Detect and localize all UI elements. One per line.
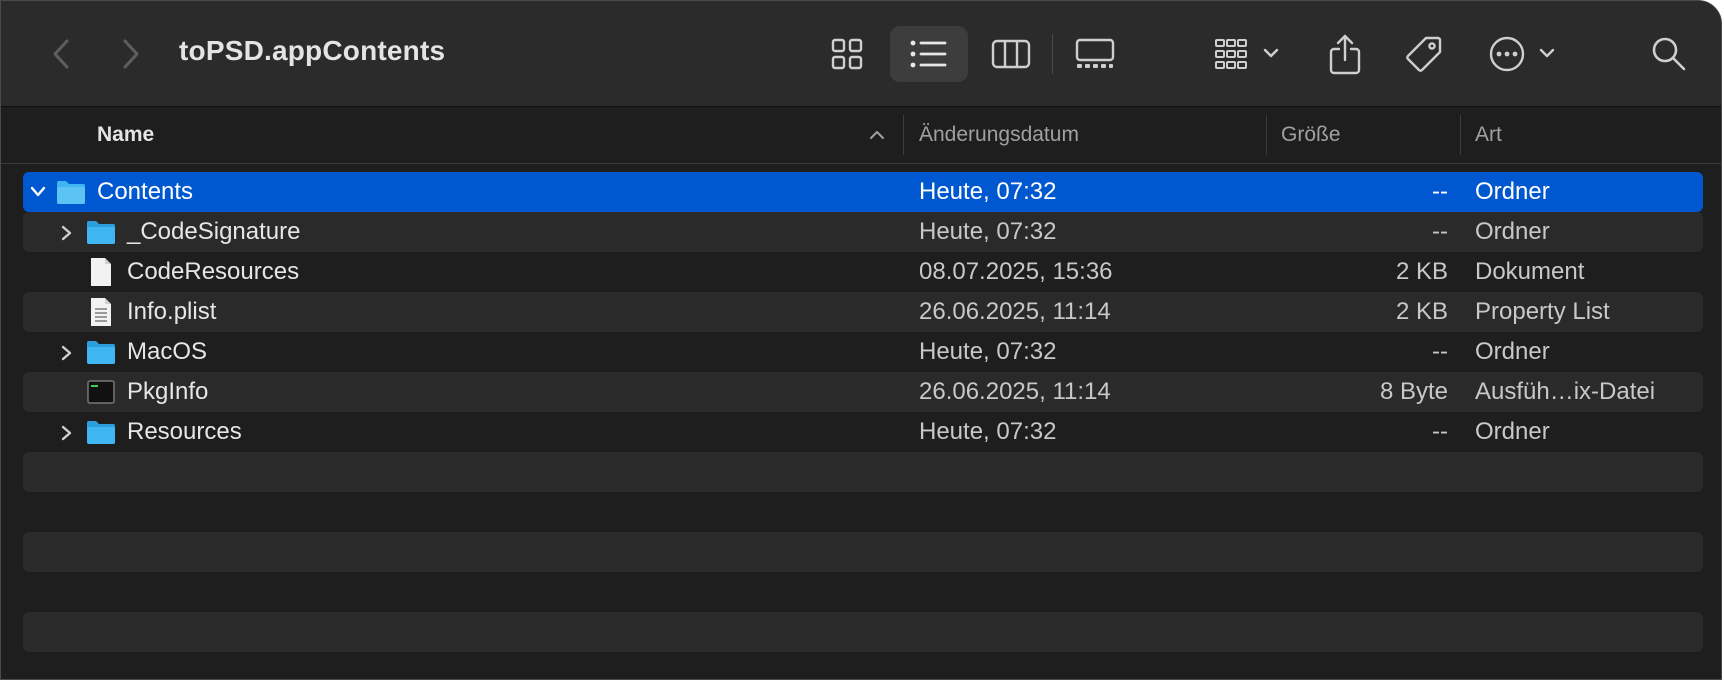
list-item[interactable]: Resources Heute, 07:32 -- Ordner: [23, 412, 1703, 452]
column-size[interactable]: Größe: [1281, 107, 1341, 163]
file-date: 08.07.2025, 15:36: [919, 258, 1113, 285]
file-name: PkgInfo: [127, 378, 209, 405]
column-header: Name Änderungsdatum Größe Art: [1, 107, 1721, 164]
column-divider[interactable]: [1266, 115, 1267, 155]
forward-button[interactable]: [111, 31, 151, 77]
icon-view-icon: [831, 38, 863, 70]
folder-icon: [87, 221, 115, 244]
empty-row: [23, 492, 1703, 532]
more-icon: [1489, 36, 1555, 72]
file-date: 26.06.2025, 11:14: [919, 298, 1111, 325]
file-date: Heute, 07:32: [919, 178, 1057, 205]
list-item[interactable]: PkgInfo 26.06.2025, 11:14 8 Byte Ausfüh……: [23, 372, 1703, 412]
gallery-view-icon: [1075, 38, 1115, 68]
list-item[interactable]: Contents Heute, 07:32 -- Ordner: [23, 172, 1703, 212]
column-date[interactable]: Änderungsdatum: [919, 107, 1079, 163]
share-icon: [1329, 34, 1361, 75]
file-kind: Dokument: [1475, 258, 1585, 285]
empty-row: [23, 572, 1703, 612]
tag-icon: [1406, 36, 1442, 72]
list-view-button[interactable]: [890, 26, 968, 82]
file-size: --: [1432, 338, 1448, 365]
file-kind: Ausfüh…ix-Datei: [1475, 378, 1656, 405]
file-size: 2 KB: [1395, 258, 1448, 285]
file-date: 26.06.2025, 11:14: [919, 378, 1111, 405]
file-kind: Ordner: [1475, 418, 1550, 445]
file-kind: Ordner: [1475, 178, 1550, 205]
plist-icon: [91, 298, 111, 326]
chevron-right-icon: [123, 39, 139, 69]
chevron-down-icon[interactable]: [29, 184, 47, 200]
file-kind: Property List: [1475, 298, 1610, 325]
list-item[interactable]: _CodeSignature Heute, 07:32 -- Ordner: [23, 212, 1703, 252]
document-icon: [91, 258, 111, 286]
chevron-right-icon[interactable]: [59, 344, 75, 362]
file-name: _CodeSignature: [127, 218, 301, 245]
column-kind[interactable]: Art: [1475, 107, 1502, 163]
terminal-icon: [87, 380, 115, 404]
file-size: 2 KB: [1395, 298, 1448, 325]
list-item[interactable]: CodeResources 08.07.2025, 15:36 2 KB Dok…: [23, 252, 1703, 292]
file-size: --: [1432, 218, 1448, 245]
file-list: Contents Heute, 07:32 -- Ordner _CodeSig…: [23, 172, 1703, 652]
icon-view-button[interactable]: [821, 26, 873, 82]
group-button[interactable]: [1213, 26, 1289, 82]
folder-icon: [57, 181, 85, 204]
chevron-right-icon[interactable]: [59, 424, 75, 442]
file-kind: Ordner: [1475, 338, 1550, 365]
column-divider[interactable]: [1460, 115, 1461, 155]
back-button[interactable]: [41, 31, 81, 77]
file-date: Heute, 07:32: [919, 338, 1057, 365]
column-view-icon: [991, 39, 1031, 69]
column-view-button[interactable]: [986, 26, 1036, 82]
finder-window: toPSD.appContents Name Änderungsdatum Gr…: [0, 0, 1722, 680]
list-item[interactable]: MacOS Heute, 07:32 -- Ordner: [23, 332, 1703, 372]
search-icon: [1652, 37, 1686, 71]
sort-ascending-icon: [870, 131, 884, 139]
window-title: toPSD.appContents: [179, 35, 446, 66]
share-button[interactable]: [1323, 26, 1367, 82]
empty-row: [23, 452, 1703, 492]
folder-icon: [87, 341, 115, 364]
list-item[interactable]: Info.plist 26.06.2025, 11:14 2 KB Proper…: [23, 292, 1703, 332]
file-size: --: [1432, 418, 1448, 445]
column-name[interactable]: Name: [97, 107, 154, 163]
list-view-icon: [910, 40, 947, 68]
toolbar: toPSD.appContents: [1, 1, 1721, 107]
file-kind: Ordner: [1475, 218, 1550, 245]
chevron-right-icon[interactable]: [59, 224, 75, 242]
file-name: Resources: [127, 418, 242, 445]
file-name: MacOS: [127, 338, 208, 365]
file-date: Heute, 07:32: [919, 418, 1057, 445]
file-date: Heute, 07:32: [919, 218, 1057, 245]
file-name: Info.plist: [127, 298, 217, 325]
toolbar-separator: [1052, 34, 1053, 74]
empty-row: [23, 532, 1703, 572]
group-icon: [1215, 39, 1279, 69]
file-size: 8 Byte: [1379, 378, 1448, 405]
more-button[interactable]: [1485, 26, 1565, 82]
folder-icon: [87, 421, 115, 444]
file-size: --: [1432, 178, 1448, 205]
chevron-left-icon: [53, 39, 69, 69]
gallery-view-button[interactable]: [1070, 26, 1120, 82]
file-name: CodeResources: [127, 258, 300, 285]
empty-row: [23, 612, 1703, 652]
tag-button[interactable]: [1401, 26, 1447, 82]
file-name: Contents: [97, 178, 194, 205]
search-button[interactable]: [1649, 26, 1689, 82]
column-divider[interactable]: [903, 115, 904, 155]
